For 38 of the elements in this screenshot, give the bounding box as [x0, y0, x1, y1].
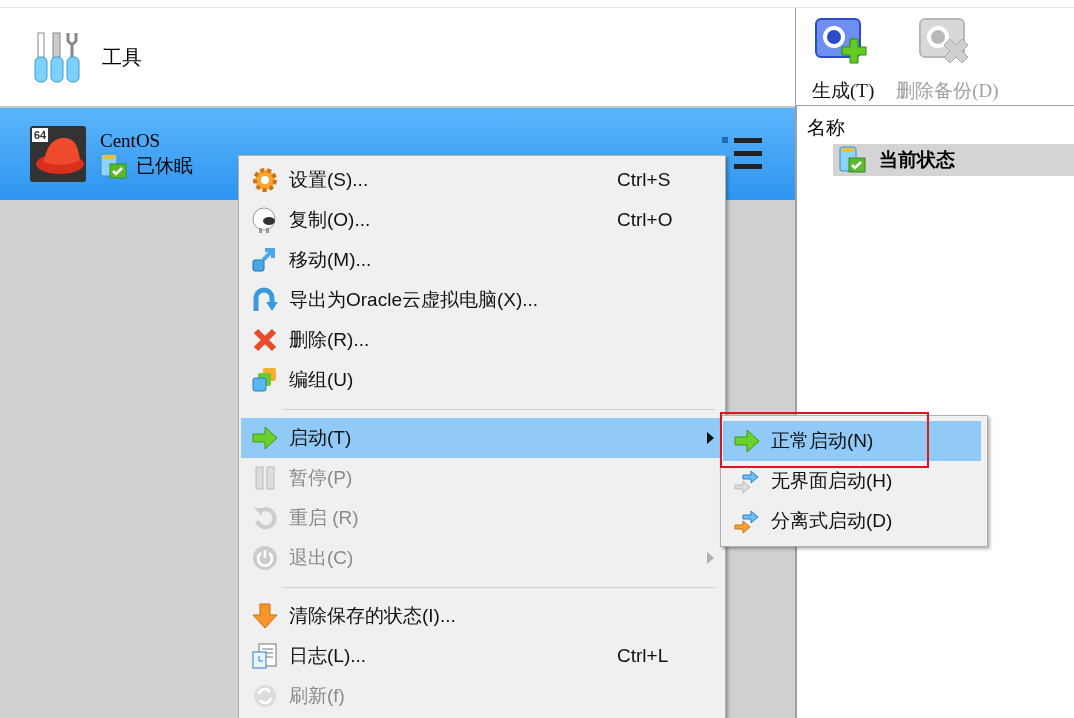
menu-item[interactable]: 移动(M)... — [241, 240, 723, 280]
vm-os-icon — [30, 126, 86, 182]
shortcut-label: Ctrl+L — [617, 643, 670, 668]
menu-item[interactable]: 删除(R)... — [241, 320, 723, 360]
curved-arrow-icon — [251, 286, 279, 314]
double-arrow-icon — [733, 467, 761, 495]
sheep-icon — [251, 206, 279, 234]
menu-item[interactable]: 启动(T) — [241, 418, 723, 458]
menu-item[interactable]: 正常启动(N) — [723, 421, 981, 461]
snapshot-item[interactable]: 当前状态 — [833, 144, 1074, 176]
shortcut-label: Ctrl+O — [617, 207, 674, 232]
saved-state-icon — [839, 146, 867, 174]
os-badge: 64 — [32, 128, 49, 142]
gear-icon — [251, 166, 279, 194]
refresh-icon — [251, 682, 279, 710]
saved-state-icon — [100, 153, 128, 179]
double-arrow-icon — [733, 507, 761, 535]
arrow-right-icon — [733, 427, 761, 455]
delete-icon — [251, 326, 279, 354]
menu-item[interactable]: 导出为Oracle云虚拟电脑(X)... — [241, 280, 723, 320]
column-header: 名称 — [807, 116, 846, 140]
menu-item[interactable]: 分离式启动(D) — [723, 501, 981, 541]
vm-state: 已休眠 — [136, 154, 193, 178]
snapshot-label: 当前状态 — [879, 147, 955, 172]
menu-item[interactable]: 日志(L)... Ctrl+L — [241, 636, 723, 676]
log-icon — [251, 642, 279, 670]
menu-item[interactable]: 清除保存的状态(I)... — [241, 596, 723, 636]
menu-item[interactable]: 编组(U) — [241, 360, 723, 400]
take-snapshot-button[interactable]: 生成(T) — [812, 17, 875, 103]
vm-name: CentOS — [100, 129, 162, 153]
power-icon — [251, 544, 279, 572]
menu-item[interactable]: 设置(S)... Ctrl+S — [241, 160, 723, 200]
tools-label: 工具 — [102, 45, 142, 70]
group-icon — [251, 366, 279, 394]
arrow-down-icon — [251, 602, 279, 630]
shortcut-label: Ctrl+S — [617, 167, 672, 192]
arrow-right-icon — [251, 424, 279, 452]
menu-item[interactable]: 复制(O)... Ctrl+O — [241, 200, 723, 240]
